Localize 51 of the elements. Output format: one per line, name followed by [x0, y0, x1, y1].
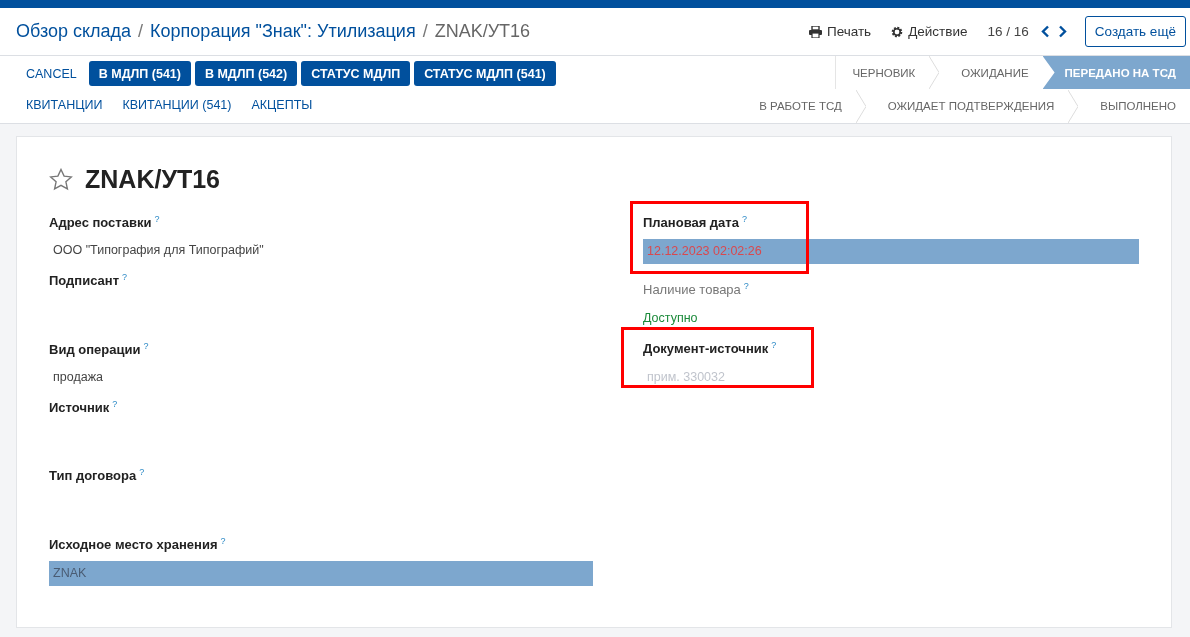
field-label: Исходное место хранения $^{?}$	[49, 534, 227, 554]
action-link[interactable]: КВИТАНЦИИ	[18, 92, 111, 117]
field-label: Подписант $^{?}$	[49, 271, 129, 291]
help-icon[interactable]: ?	[743, 281, 749, 292]
pager-counter: 16 / 16	[987, 24, 1029, 39]
next-icon[interactable]	[1057, 25, 1067, 38]
field-label: Наличие товара $^{?}$	[643, 280, 750, 300]
help-icon[interactable]: ?	[220, 535, 226, 546]
action-link[interactable]: АКЦЕПТЫ	[243, 92, 321, 117]
field-value: 12.12.2023 02:02:26	[643, 239, 1139, 265]
field-label: Документ-источник $^{?}$	[643, 338, 778, 358]
gear-icon	[891, 25, 904, 38]
help-icon[interactable]: ?	[112, 399, 118, 409]
action-button[interactable]: В МДЛП (542)	[194, 61, 298, 86]
help-icon[interactable]: ?	[122, 272, 128, 283]
action-button[interactable]: В МДЛП (541)	[88, 61, 191, 86]
field-value: продажа	[52, 369, 104, 386]
field-label: Вид операции $^{?}$	[49, 339, 150, 359]
action-button[interactable]: Действие	[891, 24, 968, 39]
help-icon[interactable]: ?	[143, 340, 149, 351]
field-value: ООО "Типография для Типографий"	[52, 242, 265, 260]
status-stage[interactable]: ЧЕРНОВИК	[836, 56, 930, 89]
help-icon[interactable]: ?	[741, 214, 747, 224]
status-stage[interactable]: ОЖИДАНИЕ	[939, 56, 1043, 89]
field-label: Адрес поставки $^{?}$	[49, 213, 161, 233]
field-value: ZNAK	[49, 560, 593, 586]
action-button[interactable]: СТАТУС МДЛП	[301, 61, 411, 86]
previous-icon[interactable]	[1040, 25, 1050, 38]
status-stage[interactable]: В РАБОТЕ ТСД	[743, 89, 856, 123]
help-icon[interactable]: ?	[139, 467, 145, 478]
status-stage[interactable]: ВЫПОЛНЕНО	[1078, 89, 1190, 123]
field-label: Источник $^{?}$	[49, 398, 119, 418]
breadcrumb-link[interactable]: Корпорация "Знак": Утилизация	[150, 21, 416, 42]
action-link[interactable]: CANCEL	[18, 61, 85, 86]
print-button[interactable]: Печать	[808, 24, 872, 39]
status-stage[interactable]: ОЖИДАЕТ ПОДТВЕРЖДЕНИЯ	[865, 89, 1069, 123]
action-link[interactable]: КВИТАНЦИИ (541)	[114, 92, 240, 117]
star-icon[interactable]	[49, 168, 73, 191]
action-button[interactable]: СТАТУС МДЛП (541)	[414, 61, 556, 86]
breadcrumb-current: ZNAK/УТ16	[434, 21, 531, 42]
field-label: Плановая дата $^{?}$	[643, 213, 748, 233]
help-icon[interactable]: ?	[154, 214, 160, 224]
breadcrumb-link[interactable]: Обзор склада	[16, 21, 132, 42]
breadcrumb-separator: /	[422, 21, 428, 42]
printer-icon	[808, 25, 822, 38]
breadcrumb-separator: /	[138, 21, 144, 42]
field-value: Доступно	[643, 309, 699, 327]
help-icon[interactable]: ?	[771, 339, 777, 350]
record-title: ZNAK/УТ16	[85, 165, 220, 194]
create-button[interactable]: Создать ещё	[1084, 16, 1186, 47]
field-label: Тип договора $^{?}$	[49, 466, 146, 486]
